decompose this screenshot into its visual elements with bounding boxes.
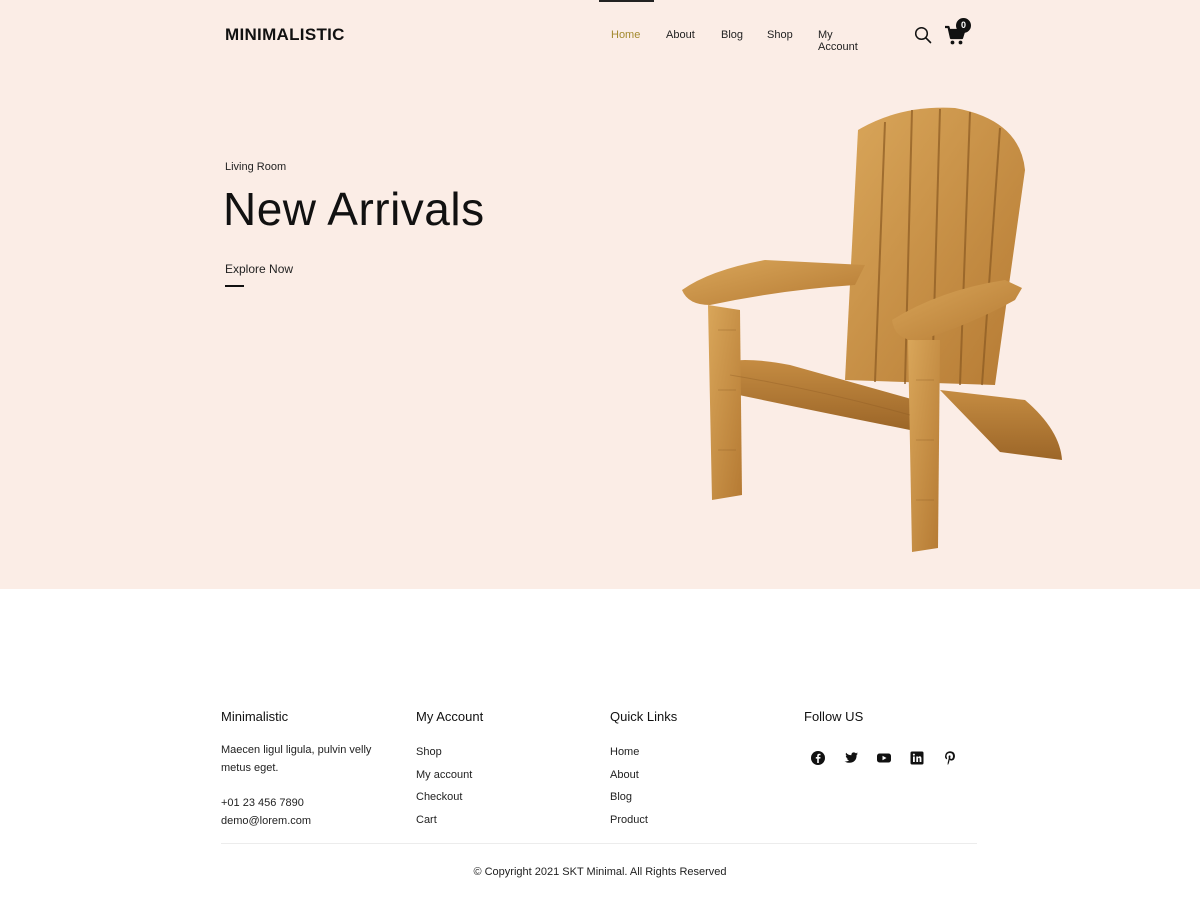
explore-underline [225, 285, 244, 287]
copyright-text: © Copyright 2021 SKT Minimal. All Rights… [473, 866, 727, 878]
twitter-icon[interactable] [843, 750, 859, 766]
footer-link-shop[interactable]: Shop [416, 746, 442, 758]
footer-description-line1: Maecen ligul ligula, pulvin velly [221, 744, 372, 756]
nav-shop[interactable]: Shop [767, 29, 793, 41]
explore-now-link[interactable]: Explore Now [225, 262, 293, 276]
footer-email[interactable]: demo@lorem.com [221, 812, 311, 830]
footer-link-blog[interactable]: Blog [610, 791, 632, 803]
site-logo[interactable]: MINIMALISTIC [225, 25, 345, 45]
search-icon[interactable] [914, 26, 932, 44]
hero-title: New Arrivals [223, 183, 485, 235]
nav-active-indicator [599, 0, 654, 2]
footer-brand-title: Minimalistic [221, 709, 289, 724]
footer-my-account-title: My Account [416, 709, 484, 724]
footer-divider [221, 843, 977, 844]
footer-link-about[interactable]: About [610, 769, 639, 781]
pinterest-icon[interactable] [942, 750, 958, 766]
footer-description-line2: metus eget. [221, 762, 279, 774]
facebook-icon[interactable] [810, 750, 826, 766]
adirondack-chair-image [682, 107, 1062, 552]
footer-link-my-account[interactable]: My account [416, 769, 472, 781]
youtube-icon[interactable] [876, 750, 892, 766]
footer-link-cart[interactable]: Cart [416, 814, 437, 826]
footer-link-checkout[interactable]: Checkout [416, 791, 462, 803]
footer-quick-links-title: Quick Links [610, 709, 678, 724]
footer-link-product[interactable]: Product [610, 814, 648, 826]
footer-follow-title: Follow US [804, 709, 864, 724]
nav-my-account[interactable]: My Account [818, 29, 858, 53]
linkedin-icon[interactable] [909, 750, 925, 766]
nav-about[interactable]: About [666, 29, 695, 41]
footer-phone: +01 23 456 7890 [221, 797, 304, 809]
nav-blog[interactable]: Blog [721, 29, 743, 41]
hero-kicker: Living Room [225, 161, 287, 173]
footer-link-home[interactable]: Home [610, 746, 639, 758]
nav-home[interactable]: Home [611, 29, 640, 41]
cart-count-badge: 0 [956, 18, 971, 33]
